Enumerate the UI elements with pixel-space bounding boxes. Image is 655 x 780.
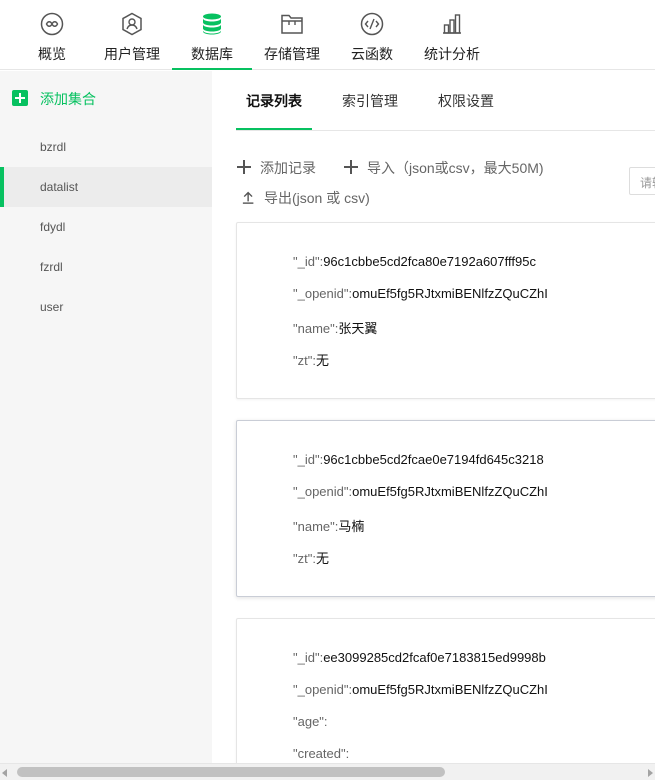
plus-icon — [343, 159, 359, 175]
record-card[interactable]: "_id":ee3099285cd2fcaf0e7183815ed9998b "… — [236, 618, 655, 763]
nav-item-users[interactable]: 用户管理 — [98, 0, 166, 70]
field-key: "zt": — [293, 353, 316, 368]
add-record-label: 添加记录 — [260, 160, 316, 176]
chart-icon — [443, 14, 461, 34]
collection-item-fdydl[interactable]: fdydl — [0, 207, 212, 247]
field-value: ee3099285cd2fcaf0e7183815ed9998b — [323, 650, 546, 665]
field-key: "_id": — [293, 254, 324, 269]
record-field: "_openid":omuEf5fg5RJtxmiBENlfzZQuCZhI — [293, 484, 548, 499]
add-collection-label: 添加集合 — [40, 91, 96, 107]
scroll-left-icon[interactable] — [2, 769, 7, 777]
field-value: 无 — [315, 353, 329, 368]
nav-label: 概览 — [38, 46, 66, 62]
nav-item-storage[interactable]: 存储管理 — [258, 0, 326, 70]
active-tab-indicator — [236, 128, 312, 130]
field-key: "_id": — [293, 452, 324, 467]
collection-item-bzrdl[interactable]: bzrdl — [0, 127, 212, 167]
horizontal-scrollbar[interactable] — [0, 763, 655, 780]
field-key: "zt": — [293, 551, 316, 566]
search-input[interactable]: 请输 — [629, 167, 655, 195]
field-key: "name": — [293, 519, 339, 534]
nav-label: 统计分析 — [424, 46, 480, 62]
field-value: omuEf5fg5RJtxmiBENlfzZQuCZhI — [352, 484, 548, 499]
field-key: "name": — [293, 321, 339, 336]
field-value: 张天翼 — [338, 321, 378, 336]
record-card[interactable]: "_id":96c1cbbe5cd2fcae0e7194fd645c3218 "… — [236, 420, 655, 597]
record-field: "name":张天翼 — [293, 318, 377, 337]
record-field: "zt":无 — [293, 350, 329, 369]
collection-sidebar: 添加集合 bzrdl datalist fdydl fzrdl user — [0, 71, 212, 763]
field-key: "_openid": — [293, 682, 353, 697]
nav-item-overview[interactable]: 概览 — [22, 0, 82, 70]
field-value: 96c1cbbe5cd2fcae0e7194fd645c3218 — [323, 452, 544, 467]
record-card[interactable]: "_id":96c1cbbe5cd2fca80e7192a607fff95c "… — [236, 222, 655, 399]
record-field: "age": — [293, 714, 328, 729]
field-key: "_id": — [293, 650, 324, 665]
field-key: "created": — [293, 746, 350, 761]
tab-permission-settings[interactable]: 权限设置 — [438, 91, 494, 111]
nav-label: 云函数 — [351, 46, 393, 62]
field-key: "age": — [293, 714, 328, 729]
function-icon — [360, 12, 384, 36]
nav-label: 数据库 — [191, 46, 233, 62]
top-navigation: 概览 用户管理 数据库 存储管理 云函数 统计分析 — [0, 0, 655, 70]
record-field: "_id":96c1cbbe5cd2fca80e7192a607fff95c — [293, 254, 536, 269]
record-tabs: 记录列表 索引管理 权限设置 — [236, 71, 655, 131]
record-field: "name":马楠 — [293, 516, 364, 535]
add-icon — [12, 90, 28, 106]
nav-item-analytics[interactable]: 统计分析 — [418, 0, 486, 70]
nav-label: 存储管理 — [264, 46, 320, 62]
tab-index-management[interactable]: 索引管理 — [342, 91, 398, 111]
field-value: 96c1cbbe5cd2fca80e7192a607fff95c — [323, 254, 536, 269]
scrollbar-thumb[interactable] — [17, 767, 445, 777]
record-field: "zt":无 — [293, 548, 329, 567]
field-value: 马楠 — [338, 519, 365, 534]
import-button[interactable]: 导入（json或csv，最大50M) — [343, 158, 544, 178]
folder-icon — [281, 14, 303, 34]
record-field: "_id":ee3099285cd2fcaf0e7183815ed9998b — [293, 650, 546, 665]
overview-icon — [40, 12, 64, 36]
record-field: "_openid":omuEf5fg5RJtxmiBENlfzZQuCZhI — [293, 286, 548, 301]
add-record-button[interactable]: 添加记录 — [236, 158, 316, 178]
add-collection-button[interactable]: 添加集合 — [12, 89, 132, 109]
export-button[interactable]: 导出(json 或 csv) — [242, 188, 370, 208]
field-key: "_openid": — [293, 286, 353, 301]
nav-item-database[interactable]: 数据库 — [172, 0, 252, 70]
main-panel: 记录列表 索引管理 权限设置 添加记录 导入（json或csv，最大50M) 导… — [212, 71, 655, 763]
nav-label: 用户管理 — [104, 46, 160, 62]
record-field: "_openid":omuEf5fg5RJtxmiBENlfzZQuCZhI — [293, 682, 548, 697]
collection-item-datalist[interactable]: datalist — [0, 167, 212, 207]
field-key: "_openid": — [293, 484, 353, 499]
collection-item-user[interactable]: user — [0, 287, 212, 327]
record-field: "_id":96c1cbbe5cd2fcae0e7194fd645c3218 — [293, 452, 544, 467]
collection-item-fzrdl[interactable]: fzrdl — [0, 247, 212, 287]
plus-icon — [236, 159, 252, 175]
tab-record-list[interactable]: 记录列表 — [246, 91, 302, 111]
field-value: omuEf5fg5RJtxmiBENlfzZQuCZhI — [352, 286, 548, 301]
user-icon — [122, 12, 142, 36]
upload-icon — [242, 191, 254, 204]
scroll-right-icon[interactable] — [648, 769, 653, 777]
record-field: "created": — [293, 746, 349, 761]
nav-item-cloud-functions[interactable]: 云函数 — [342, 0, 402, 70]
field-value: 无 — [315, 551, 329, 566]
export-label: 导出(json 或 csv) — [264, 190, 370, 206]
import-label: 导入（json或csv，最大50M) — [367, 160, 544, 176]
database-icon — [203, 13, 221, 35]
field-value: omuEf5fg5RJtxmiBENlfzZQuCZhI — [352, 682, 548, 697]
